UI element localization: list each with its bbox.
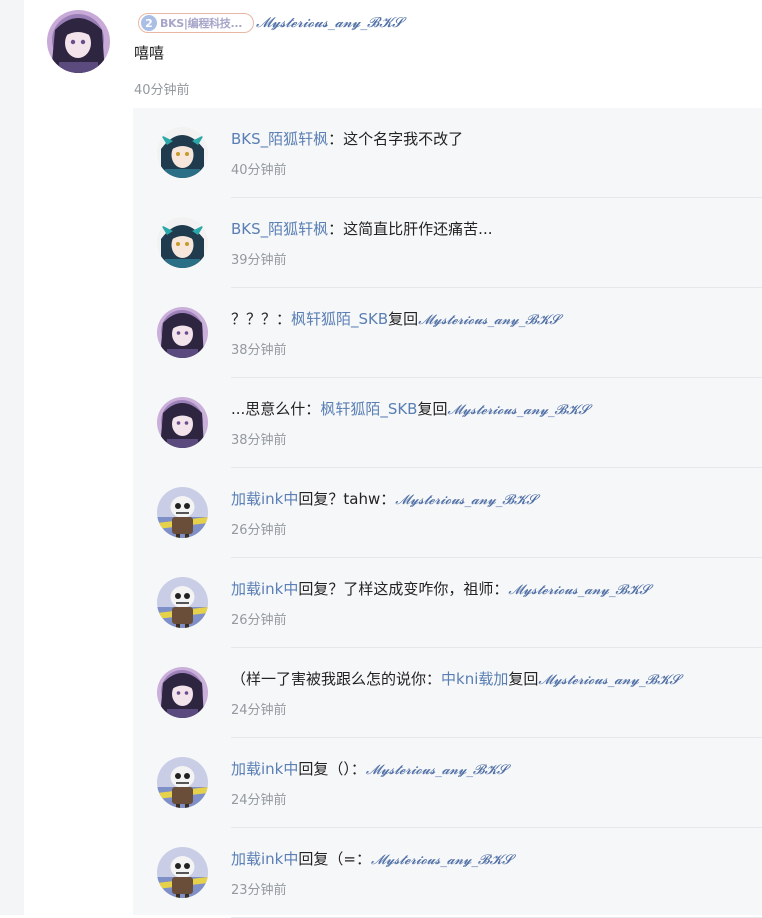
reply-content: 加载ink中 回复？了样这成变咋你，祖师： 𝓜𝔂𝓼𝓽𝓮𝓻𝓲𝓸𝓾𝓼_𝓪𝓷𝔂_𝓑𝓚𝓢 — [231, 578, 650, 599]
reply-target-username[interactable]: 𝓜𝔂𝓼𝓽𝓮𝓻𝓲𝓸𝓾𝓼_𝓪𝓷𝔂_𝓑𝓚𝓢 — [508, 582, 649, 598]
reply-text: 这简直比肝作还痛苦... — [343, 220, 493, 238]
reply-time: 26分钟前 — [231, 613, 287, 628]
reply-target-username[interactable]: 𝓜𝔂𝓼𝓽𝓮𝓻𝓲𝓸𝓾𝓼_𝓪𝓷𝔂_𝓑𝓚𝓢 — [447, 402, 588, 418]
reply-item: BKS_陌狐轩枫：这个名字我不改了 40分钟前 — [133, 108, 762, 198]
reply-content: （样一了害被我跟么怎的说你： 中kni载加 复回 𝓜𝔂𝓼𝓽𝓮𝓻𝓲𝓸𝓾𝓼_𝓪𝓷𝔂_𝓑𝓚𝓢 — [231, 668, 680, 689]
reply-time: 38分钟前 — [231, 433, 287, 448]
reply-avatar[interactable] — [157, 847, 208, 898]
reply-content: 加载ink中 回复（=： 𝓜𝔂𝓼𝓽𝓮𝓻𝓲𝓸𝓾𝓼_𝓪𝓷𝔂_𝓑𝓚𝓢 — [231, 848, 512, 869]
reply-time: 39分钟前 — [231, 253, 287, 268]
left-gutter — [0, 0, 24, 915]
reply-username[interactable]: 枫轩狐陌_SKB — [291, 308, 388, 329]
reply-username[interactable]: 枫轩狐陌_SKB — [320, 398, 417, 419]
reply-text: 这个名字我不改了 — [343, 130, 464, 148]
reply-item: （样一了害被我跟么怎的说你： 中kni载加 复回 𝓜𝔂𝓼𝓽𝓮𝓻𝓲𝓸𝓾𝓼_𝓪𝓷𝔂_𝓑𝓚𝓢… — [133, 648, 762, 738]
reply-time: 23分钟前 — [231, 883, 287, 898]
reply-username[interactable]: 中kni载加 — [441, 668, 508, 689]
reply-separator: ： — [328, 220, 344, 238]
reply-username[interactable]: 加载ink中 — [231, 488, 298, 509]
reply-time: 24分钟前 — [231, 793, 287, 808]
reply-connector-text: 复回 — [417, 400, 448, 418]
reply-target-username[interactable]: 𝓜𝔂𝓼𝓽𝓮𝓻𝓲𝓸𝓾𝓼_𝓪𝓷𝔂_𝓑𝓚𝓢 — [418, 312, 559, 328]
reply-target-username[interactable]: 𝓜𝔂𝓼𝓽𝓮𝓻𝓲𝓸𝓾𝓼_𝓪𝓷𝔂_𝓑𝓚𝓢 — [395, 492, 536, 508]
reply-item: ...思意么什： 枫轩狐陌_SKB 复回 𝓜𝔂𝓼𝓽𝓮𝓻𝓲𝓸𝓾𝓼_𝓪𝓷𝔂_𝓑𝓚𝓢 38分钟… — [133, 378, 762, 468]
reply-avatar[interactable] — [157, 757, 208, 808]
reply-content: BKS_陌狐轩枫：这个名字我不改了 — [231, 128, 463, 149]
reply-prefix-text: ...思意么什： — [231, 400, 321, 418]
reply-content: ...思意么什： 枫轩狐陌_SKB 复回 𝓜𝔂𝓼𝓽𝓮𝓻𝓲𝓸𝓾𝓼_𝓪𝓷𝔂_𝓑𝓚𝓢 — [231, 398, 589, 419]
reply-item: 加载ink中 回复？tahw： 𝓜𝔂𝓼𝓽𝓮𝓻𝓲𝓸𝓾𝓼_𝓪𝓷𝔂_𝓑𝓚𝓢 26分钟前 — [133, 468, 762, 558]
reply-avatar[interactable] — [157, 487, 208, 538]
reply-target-username[interactable]: 𝓜𝔂𝓼𝓽𝓮𝓻𝓲𝓸𝓾𝓼_𝓪𝓷𝔂_𝓑𝓚𝓢 — [366, 762, 507, 778]
reply-prefix-text: （样一了害被我跟么怎的说你： — [231, 670, 442, 688]
reply-item: 加载ink中 回复（）： 𝓜𝔂𝓼𝓽𝓮𝓻𝓲𝓸𝓾𝓼_𝓪𝓷𝔂_𝓑𝓚𝓢 24分钟前 — [133, 738, 762, 828]
reply-time: 40分钟前 — [231, 163, 287, 178]
reply-avatar[interactable] — [157, 577, 208, 628]
reply-item: ？？？： 枫轩狐陌_SKB 复回 𝓜𝔂𝓼𝓽𝓮𝓻𝓲𝓸𝓾𝓼_𝓪𝓷𝔂_𝓑𝓚𝓢 38分钟前 — [133, 288, 762, 378]
root-comment-author[interactable]: 𝓜𝔂𝓼𝓽𝓮𝓻𝓲𝓸𝓾𝓼_𝓪𝓷𝔂_𝓑𝓚𝓢 — [256, 15, 403, 31]
reply-avatar[interactable] — [157, 127, 208, 178]
reply-avatar[interactable] — [157, 307, 208, 358]
reply-text: 回复？tahw： — [298, 490, 396, 508]
reply-item: 加载ink中 回复（=： 𝓜𝔂𝓼𝓽𝓮𝓻𝓲𝓸𝓾𝓼_𝓪𝓷𝔂_𝓑𝓚𝓢 23分钟前 — [133, 828, 762, 918]
reply-content: BKS_陌狐轩枫：这简直比肝作还痛苦... — [231, 218, 492, 239]
reply-content: 加载ink中 回复？tahw： 𝓜𝔂𝓼𝓽𝓮𝓻𝓲𝓸𝓾𝓼_𝓪𝓷𝔂_𝓑𝓚𝓢 — [231, 488, 537, 509]
reply-list: BKS_陌狐轩枫：这个名字我不改了 40分钟前 BKS_陌狐轩枫：这简直比肝作还痛… — [133, 108, 762, 918]
reply-item: BKS_陌狐轩枫：这简直比肝作还痛苦... 39分钟前 — [133, 198, 762, 288]
root-comment-avatar[interactable] — [47, 10, 110, 73]
reply-prefix-text: ？？？： — [231, 310, 292, 328]
reply-time: 38分钟前 — [231, 343, 287, 358]
reply-time: 26分钟前 — [231, 523, 287, 538]
reply-text: 回复（）： — [298, 760, 366, 778]
reply-avatar[interactable] — [157, 217, 208, 268]
reply-username[interactable]: 加载ink中 — [231, 848, 298, 869]
reply-time: 24分钟前 — [231, 703, 287, 718]
root-comment-header: 2 BKS|编程科技... 𝓜𝔂𝓼𝓽𝓮𝓻𝓲𝓸𝓾𝓼_𝓪𝓷𝔂_𝓑𝓚𝓢 — [138, 12, 403, 34]
reply-target-username[interactable]: 𝓜𝔂𝓼𝓽𝓮𝓻𝓲𝓸𝓾𝓼_𝓪𝓷𝔂_𝓑𝓚𝓢 — [538, 672, 679, 688]
reply-avatar[interactable] — [157, 667, 208, 718]
root-comment-text: 嘻嘻 — [134, 44, 165, 62]
reply-username[interactable]: BKS_陌狐轩枫 — [231, 128, 328, 149]
root-comment-time: 40分钟前 — [134, 83, 190, 98]
reply-username[interactable]: 加载ink中 — [231, 578, 298, 599]
reply-target-username[interactable]: 𝓜𝔂𝓼𝓽𝓮𝓻𝓲𝓸𝓾𝓼_𝓪𝓷𝔂_𝓑𝓚𝓢 — [371, 852, 512, 868]
reply-content: ？？？： 枫轩狐陌_SKB 复回 𝓜𝔂𝓼𝓽𝓮𝓻𝓲𝓸𝓾𝓼_𝓪𝓷𝔂_𝓑𝓚𝓢 — [231, 308, 560, 329]
reply-separator: ： — [328, 130, 344, 148]
reply-item: 加载ink中 回复？了样这成变咋你，祖师： 𝓜𝔂𝓼𝓽𝓮𝓻𝓲𝓸𝓾𝓼_𝓪𝓷𝔂_𝓑𝓚𝓢 26… — [133, 558, 762, 648]
fan-badge-text: BKS|编程科技... — [160, 17, 243, 30]
fan-badge[interactable]: 2 BKS|编程科技... — [138, 13, 254, 33]
fan-badge-level: 2 — [141, 15, 157, 31]
reply-username[interactable]: 加载ink中 — [231, 758, 298, 779]
reply-text: 回复（=： — [298, 850, 371, 868]
reply-connector-text: 复回 — [388, 310, 419, 328]
reply-content: 加载ink中 回复（）： 𝓜𝔂𝓼𝓽𝓮𝓻𝓲𝓸𝓾𝓼_𝓪𝓷𝔂_𝓑𝓚𝓢 — [231, 758, 507, 779]
reply-connector-text: 复回 — [508, 670, 539, 688]
reply-avatar[interactable] — [157, 397, 208, 448]
reply-username[interactable]: BKS_陌狐轩枫 — [231, 218, 328, 239]
reply-text: 回复？了样这成变咋你，祖师： — [298, 580, 509, 598]
